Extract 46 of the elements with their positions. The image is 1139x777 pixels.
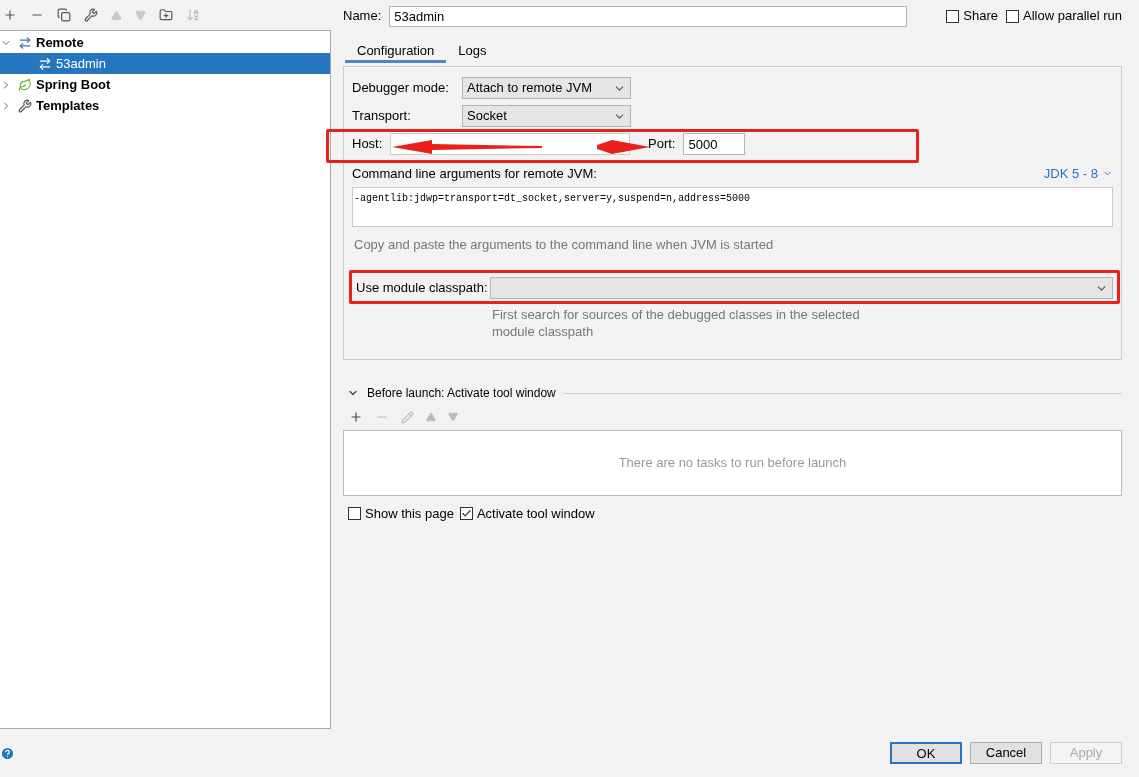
move-up-icon[interactable] xyxy=(111,9,122,21)
module-classpath-hint: First search for sources of the debugged classes in the selected module classpath xyxy=(492,306,861,340)
checkbox[interactable]: Activate tool window xyxy=(459,504,595,524)
tree-item[interactable]: Remote xyxy=(0,32,330,53)
edit-icon[interactable] xyxy=(401,410,414,424)
before-launch-title: Before launch: Activate tool window xyxy=(367,385,556,402)
transport-label: Transport: xyxy=(352,107,412,126)
dialog-button[interactable]: Cancel xyxy=(970,742,1042,764)
host-label: Host: xyxy=(352,135,382,154)
command-line-label: Command line arguments for remote JVM: xyxy=(352,165,597,183)
remote-config-icon xyxy=(18,35,32,50)
checkbox[interactable]: Share xyxy=(946,6,998,26)
sort-icon[interactable] xyxy=(186,8,200,22)
debugger-mode-label: Debugger mode: xyxy=(352,79,450,98)
help-icon[interactable] xyxy=(0,745,15,761)
wrench-icon xyxy=(18,98,32,113)
port-label: Port: xyxy=(648,135,676,154)
add-icon[interactable] xyxy=(349,410,363,424)
wrench-icon[interactable] xyxy=(84,8,98,22)
command-line-hint: Copy and paste the arguments to the command line when JVM is started xyxy=(354,235,775,254)
copy-icon[interactable] xyxy=(57,8,71,22)
port-field[interactable]: 5000 xyxy=(683,133,746,155)
leaf-icon xyxy=(18,77,32,92)
move-up-icon[interactable] xyxy=(426,412,436,422)
tab[interactable]: Logs xyxy=(446,39,499,63)
checkbox[interactable]: Allow parallel run xyxy=(1006,6,1122,26)
move-down-icon[interactable] xyxy=(135,9,146,21)
tree-item[interactable]: Spring Boot xyxy=(0,74,330,95)
checkbox[interactable]: Show this page xyxy=(348,504,454,524)
name-field[interactable]: 53admin xyxy=(389,5,908,27)
debugger-mode-dropdown[interactable]: Attach to remote JVM xyxy=(462,77,631,99)
jdk-version-dropdown[interactable]: JDK 5 - 8 xyxy=(1043,164,1113,184)
dialog-button[interactable]: OK xyxy=(890,742,962,764)
command-line-field[interactable]: -agentlib:jdwp=transport=dt_socket,server=y,suspend=n,address=5000 xyxy=(352,186,1113,227)
module-classpath-dropdown[interactable] xyxy=(490,277,1113,299)
empty-tasks-text: There are no tasks to run before launch xyxy=(618,454,847,473)
name-label: Name: xyxy=(343,7,382,26)
tree-item[interactable]: Templates xyxy=(0,95,330,116)
folder-add-icon[interactable] xyxy=(159,8,173,22)
tab[interactable]: Configuration xyxy=(345,39,447,63)
module-classpath-label: Use module classpath: xyxy=(355,279,489,298)
move-down-icon[interactable] xyxy=(448,412,458,422)
add-icon[interactable] xyxy=(3,8,17,22)
remote-config-icon xyxy=(38,56,52,71)
tree-item[interactable]: 53admin xyxy=(0,53,330,74)
transport-dropdown[interactable]: Socket xyxy=(462,105,631,127)
